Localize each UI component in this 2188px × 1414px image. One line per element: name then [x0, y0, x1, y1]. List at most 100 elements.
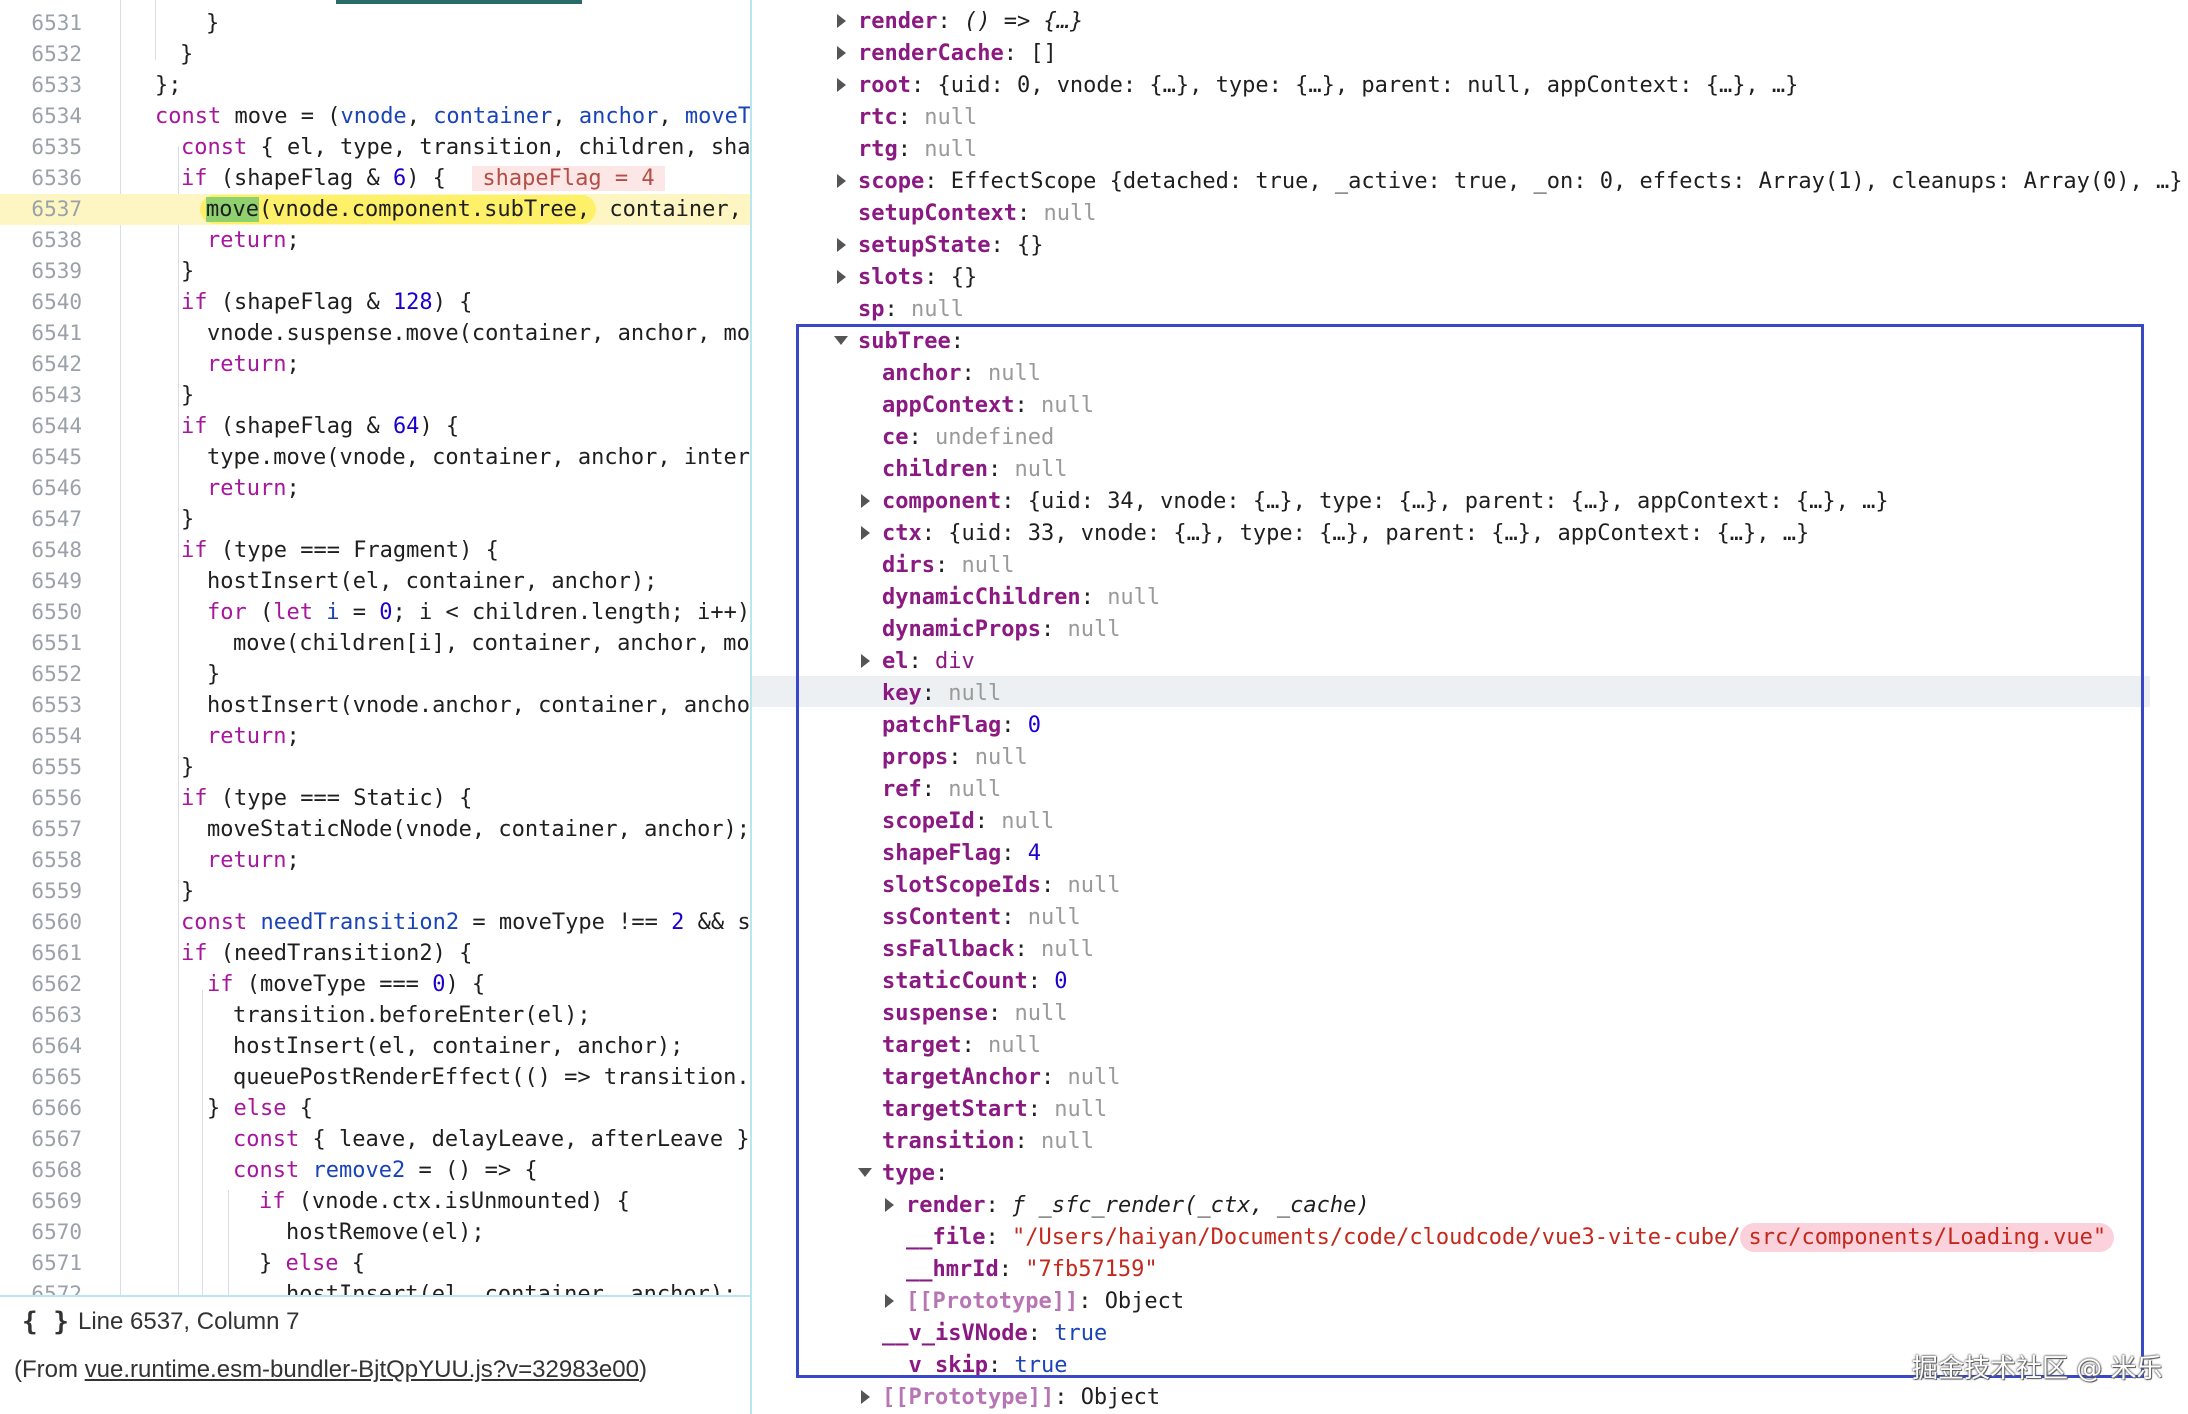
line-number: 6532 — [31, 42, 82, 66]
line-number: 6563 — [31, 1003, 82, 1027]
line-number: 6558 — [31, 848, 82, 872]
line-number: 6571 — [31, 1251, 82, 1275]
cursor-position: Line 6537, Column 7 — [78, 1308, 300, 1335]
code-line: 6539} — [0, 256, 750, 287]
line-number: 6564 — [31, 1034, 82, 1058]
code-line: 6554 return; — [0, 721, 750, 752]
line-number: 6538 — [31, 228, 82, 252]
subtree-annotation-box — [796, 324, 2144, 1378]
line-number: 6548 — [31, 538, 82, 562]
expand-triangle-icon[interactable] — [837, 238, 846, 252]
line-number: 6567 — [31, 1127, 82, 1151]
line-number: 6536 — [31, 166, 82, 190]
expand-triangle-icon[interactable] — [837, 270, 846, 284]
code-line: 6560 const needTransition2 = moveType !==… — [0, 907, 750, 938]
line-number: 6553 — [31, 693, 82, 717]
scope-prop-root[interactable]: root: {uid: 0, vnode: {…}, type: {…}, pa… — [858, 70, 1798, 101]
line-number: 6554 — [31, 724, 82, 748]
code-line: 6552} — [0, 659, 750, 690]
line-number: 6547 — [31, 507, 82, 531]
code-line: 6538 return; — [0, 225, 750, 256]
code-line: 6540 if (shapeFlag & 128) { — [0, 287, 750, 318]
code-line: 6541 vnode.suspense.move(container, ancho… — [0, 318, 750, 349]
code-line: 6548 if (type === Fragment) { — [0, 535, 750, 566]
code-line: 6563 transition.beforeEnter(el); — [0, 1000, 750, 1031]
code-line: 6531} — [0, 8, 750, 39]
scope-prop-slots[interactable]: slots: {} — [858, 262, 977, 293]
code-line: 6549 hostInsert(el, container, anchor); — [0, 566, 750, 597]
current-expression-highlight: move(vnode.component.subTree, — [200, 195, 597, 224]
code-line: 6557 moveStaticNode(vnode, container, anc… — [0, 814, 750, 845]
watermark: 掘金技术社区 @ 米乐 — [1912, 1354, 2163, 1384]
line-number: 6559 — [31, 879, 82, 903]
line-number: 6550 — [31, 600, 82, 624]
line-number: 6565 — [31, 1065, 82, 1089]
code-line: 6546 return; — [0, 473, 750, 504]
line-number: 6560 — [31, 910, 82, 934]
line-number: 6568 — [31, 1158, 82, 1182]
line-number: 6546 — [31, 476, 82, 500]
expand-triangle-icon[interactable] — [837, 78, 846, 92]
expand-triangle-icon[interactable] — [837, 46, 846, 60]
code-line: 6564 hostInsert(el, container, anchor); — [0, 1031, 750, 1062]
scope-prop-setupState[interactable]: setupState: {} — [858, 230, 1043, 261]
code-line: 6572 hostInsert(el, container, anchor); — [0, 1279, 750, 1295]
scope-prop-renderCache[interactable]: renderCache: [] — [858, 38, 1057, 69]
scope-prop-setupContext[interactable]: setupContext: null — [858, 198, 1096, 229]
status-bar: { } Line 6537, Column 7 — [0, 1297, 750, 1347]
line-number: 6541 — [31, 321, 82, 345]
code-line: 6558 return; — [0, 845, 750, 876]
line-number: 6569 — [31, 1189, 82, 1213]
code-line: 6532} — [0, 39, 750, 70]
code-line: 6553 hostInsert(vnode.anchor, container, … — [0, 690, 750, 721]
line-number: 6561 — [31, 941, 82, 965]
code-line: 6555} — [0, 752, 750, 783]
expand-triangle-icon[interactable] — [837, 14, 846, 28]
scope-prop-render[interactable]: render: () => {…} — [858, 6, 1083, 37]
line-number: 6539 — [31, 259, 82, 283]
line-number: 6557 — [31, 817, 82, 841]
line-number: 6533 — [31, 73, 82, 97]
expand-triangle-icon[interactable] — [861, 1390, 870, 1404]
code-line: 6533}; — [0, 70, 750, 101]
code-line: 6561 if (needTransition2) { — [0, 938, 750, 969]
code-line: 6562 if (moveType === 0) { — [0, 969, 750, 1000]
line-number: 6566 — [31, 1096, 82, 1120]
scope-prop-scope[interactable]: scope: EffectScope {detached: true, _act… — [858, 166, 2183, 197]
code-line: 6545 type.move(vnode, container, anchor, … — [0, 442, 750, 473]
line-number: 6551 — [31, 631, 82, 655]
scope-prop-rtc[interactable]: rtc: null — [858, 102, 977, 133]
scope-prop-rtg[interactable]: rtg: null — [858, 134, 977, 165]
active-tab-indicator — [336, 0, 582, 4]
code-line: 6550 for (let i = 0; i < children.length;… — [0, 597, 750, 628]
source-map-info: (From vue.runtime.esm-bundler-BjtQpYUU.j… — [14, 1356, 647, 1383]
code-line: 6556 if (type === Static) { — [0, 783, 750, 814]
line-number: 6543 — [31, 383, 82, 407]
line-number: 6540 — [31, 290, 82, 314]
code-line: 6543} — [0, 380, 750, 411]
line-number: 6531 — [31, 11, 82, 35]
inline-value-badge: shapeFlag = 4 — [472, 166, 665, 191]
code-line: 6568 const remove2 = () => { — [0, 1155, 750, 1186]
code-line: 6551 move(children[i], container, anchor,… — [0, 628, 750, 659]
code-line: 6570 hostRemove(el); — [0, 1217, 750, 1248]
source-code-pane[interactable]: 6531} 6532} 6533}; 6534 const move = (vno… — [0, 0, 750, 1295]
code-line: 6535 const { el, type, transition, childr… — [0, 132, 750, 163]
execution-line: 6537 move(vnode.component.subTree, contai… — [0, 194, 750, 225]
pretty-print-icon[interactable]: { } — [22, 1297, 69, 1347]
code-line: 6534 const move = (vnode, container, anch… — [0, 101, 750, 132]
line-number: 6572 — [31, 1282, 82, 1295]
expand-triangle-icon[interactable] — [837, 174, 846, 188]
code-line: 6559} — [0, 876, 750, 907]
line-number: 6544 — [31, 414, 82, 438]
source-file-link[interactable]: vue.runtime.esm-bundler-BjtQpYUU.js?v=32… — [85, 1356, 639, 1383]
line-number: 6555 — [31, 755, 82, 779]
code-line: 6542 return; — [0, 349, 750, 380]
line-number: 6542 — [31, 352, 82, 376]
line-number: 6552 — [31, 662, 82, 686]
code-line: 6565 queuePostRenderEffect(() => transiti… — [0, 1062, 750, 1093]
line-number: 6562 — [31, 972, 82, 996]
line-number: 6545 — [31, 445, 82, 469]
subtree-prop-prototype[interactable]: [[Prototype]]: Object — [882, 1382, 1160, 1413]
scope-prop-sp[interactable]: sp: null — [858, 294, 964, 325]
